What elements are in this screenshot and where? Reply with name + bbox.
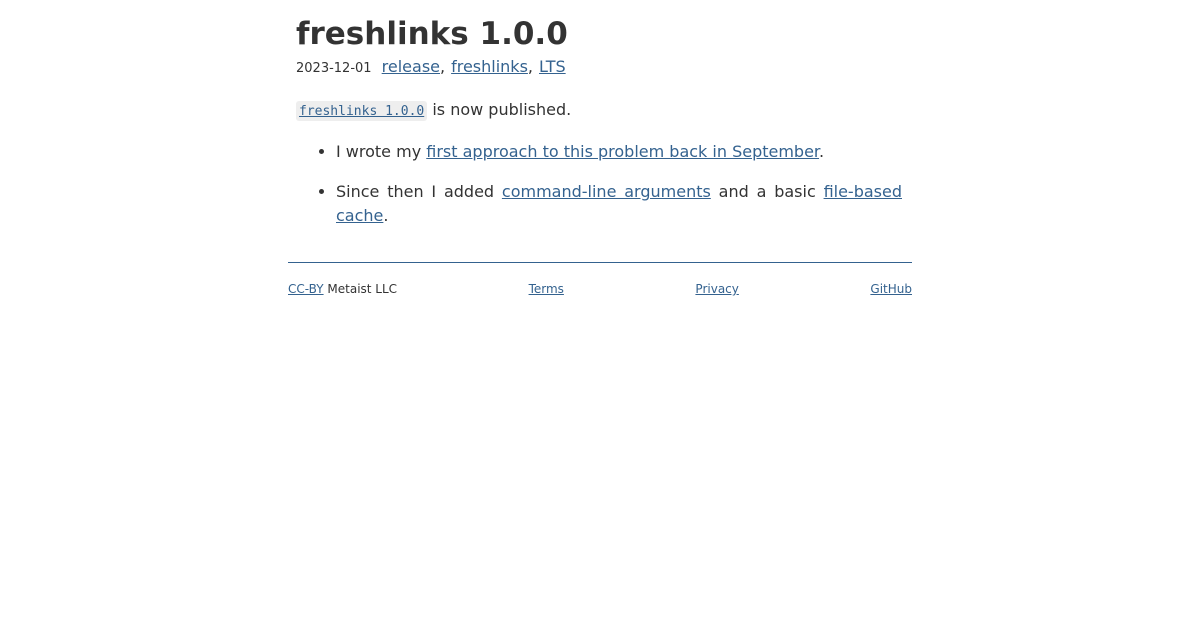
bullet-text: and a basic	[710, 182, 824, 201]
post: freshlinks 1.0.0 2023-12-01 release, fres…	[288, 0, 912, 228]
list-item: I wrote my first approach to this proble…	[336, 140, 904, 164]
bullet-text: .	[819, 142, 825, 161]
first-approach-link[interactable]: first approach to this problem back in S…	[426, 142, 819, 161]
page: freshlinks 1.0.0 2023-12-01 release, fres…	[288, 0, 912, 296]
license-owner: Metaist LLC	[323, 282, 398, 296]
post-date: 2023-12-01	[296, 61, 372, 76]
post-bullet-list: I wrote my first approach to this proble…	[296, 140, 904, 228]
footer-license: CC-BY Metaist LLC	[288, 281, 397, 297]
footer-divider	[288, 262, 912, 263]
tag-separator: ,	[440, 57, 446, 76]
github-link[interactable]: GitHub	[870, 281, 912, 297]
package-code: freshlinks 1.0.0	[296, 101, 428, 121]
footer: CC-BY Metaist LLC Terms Privacy GitHub	[288, 281, 912, 297]
bullet-text: I wrote my	[336, 142, 427, 161]
post-meta: 2023-12-01 release, freshlinks, LTS	[296, 56, 904, 80]
privacy-link[interactable]: Privacy	[695, 281, 738, 297]
tag-freshlinks-link[interactable]: freshlinks	[451, 57, 528, 76]
bullet-text: Since then I added	[336, 182, 502, 201]
list-item: Since then I added command-line argument…	[336, 180, 904, 228]
bullet-text: .	[383, 206, 389, 225]
tag-lts-link[interactable]: LTS	[539, 57, 566, 76]
package-link[interactable]: freshlinks 1.0.0	[299, 104, 424, 119]
intro-text: is now published.	[427, 100, 572, 119]
post-intro: freshlinks 1.0.0 is now published.	[296, 98, 904, 124]
command-line-arguments-link[interactable]: command-line arguments	[502, 182, 711, 201]
license-link[interactable]: CC-BY	[288, 282, 324, 296]
post-title: freshlinks 1.0.0	[296, 16, 568, 52]
terms-link[interactable]: Terms	[529, 281, 564, 297]
tag-separator: ,	[527, 57, 533, 76]
tag-release-link[interactable]: release	[382, 57, 440, 76]
